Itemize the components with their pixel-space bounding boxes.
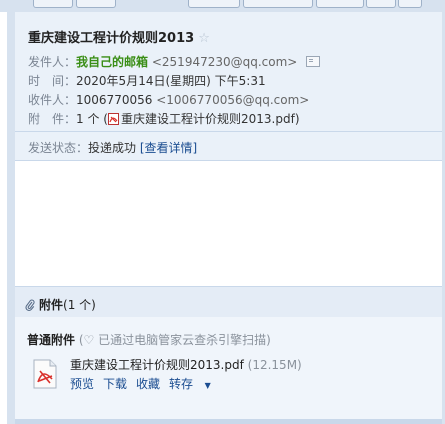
toolbar-button-stub[interactable] (316, 0, 364, 8)
attachments-title: 附件(1 个) (25, 296, 96, 313)
attachment-file-size: (12.15M) (247, 358, 302, 372)
attachments-header: 附件(1 个) (15, 286, 442, 317)
favorite-link[interactable]: 收藏 (136, 377, 160, 391)
contact-card-icon[interactable] (306, 56, 321, 67)
time-label: 时 间： (28, 74, 77, 88)
pdf-file-icon[interactable] (31, 359, 59, 389)
attachment-count: 1 个 (76, 112, 100, 126)
normal-attachment-title: 普通附件 (27, 333, 76, 347)
star-icon[interactable]: ☆ (198, 31, 210, 46)
toolbar-button-stub[interactable] (76, 0, 116, 8)
attachment-file: 重庆建设工程计价规则2013.pdf (12.15M) (70, 356, 302, 373)
time-row: 时 间：2020年5月14日(星期四) 下午5:31 (28, 72, 266, 89)
attachment-actions: 预览 下载 收藏 转存 ▼ (70, 375, 229, 392)
normal-attachment-label: 普通附件 (♡ 已通过电脑管家云查杀引擎扫描) (27, 331, 271, 348)
view-details-link[interactable]: [查看详情] (140, 141, 197, 155)
recipient-label: 收件人： (28, 93, 77, 107)
status-value: 投递成功 (88, 141, 137, 155)
attachment-file-link[interactable]: 重庆建设工程计价规则2013.pdf (121, 112, 295, 126)
mail-subject: 重庆建设工程计价规则2013 ☆ (28, 27, 210, 46)
virus-scan-note: (♡ 已通过电脑管家云查杀引擎扫描) (78, 333, 271, 347)
header-divider (15, 131, 442, 132)
attachment-file-name[interactable]: 重庆建设工程计价规则2013.pdf (70, 358, 244, 372)
time-value: 2020年5月14日(星期四) 下午5:31 (76, 74, 266, 88)
subject-text: 重庆建设工程计价规则2013 (28, 31, 195, 46)
paren-close: ) (294, 112, 300, 126)
toolbar-button-stub[interactable] (398, 0, 422, 8)
recipient-name[interactable]: 1006770056 (76, 93, 152, 107)
status-label: 发送状态： (28, 141, 89, 155)
pdf-icon (107, 113, 119, 125)
sender-name[interactable]: 我自己的邮箱 (76, 55, 148, 69)
bottom-edge (15, 419, 442, 424)
attachment-label: 附 件： (28, 112, 77, 126)
toolbar-button-stub[interactable] (366, 0, 396, 8)
sender-row: 发件人：我自己的邮箱 <251947230@qq.com> (28, 53, 321, 70)
toolbar-button-stub[interactable] (33, 0, 73, 8)
attachments-title-text: 附件 (39, 298, 64, 312)
sender-label: 发件人： (28, 55, 77, 69)
chevron-down-icon: ▼ (202, 381, 211, 390)
delivery-status-row: 发送状态：投递成功 [查看详情] (28, 139, 197, 156)
mail-header: 重庆建设工程计价规则2013 ☆ 发件人：我自己的邮箱 <251947230@qq… (15, 12, 442, 161)
transfer-label: 转存 (169, 377, 194, 391)
paperclip-icon (25, 299, 35, 311)
attachment-row: 附 件：1 个 (重庆建设工程计价规则2013.pdf) (28, 110, 300, 127)
sender-address[interactable]: <251947230@qq.com> (152, 55, 298, 69)
transfer-dropdown[interactable]: 转存 ▼ (169, 377, 220, 391)
recipient-address[interactable]: <1006770056@qq.com> (156, 93, 309, 107)
toolbar-button-stub[interactable] (188, 0, 240, 8)
recipient-row: 收件人：1006770056 <1006770056@qq.com> (28, 91, 309, 108)
attachments-panel: 附件(1 个) 普通附件 (♡ 已通过电脑管家云查杀引擎扫描) 重庆建设工程计价… (15, 286, 442, 424)
top-toolbar-strip (0, 0, 445, 12)
left-frame (7, 12, 15, 424)
download-link[interactable]: 下载 (103, 377, 127, 391)
toolbar-button-stub[interactable] (243, 0, 313, 8)
attachments-count: (1 个) (63, 298, 96, 312)
preview-link[interactable]: 预览 (70, 377, 94, 391)
